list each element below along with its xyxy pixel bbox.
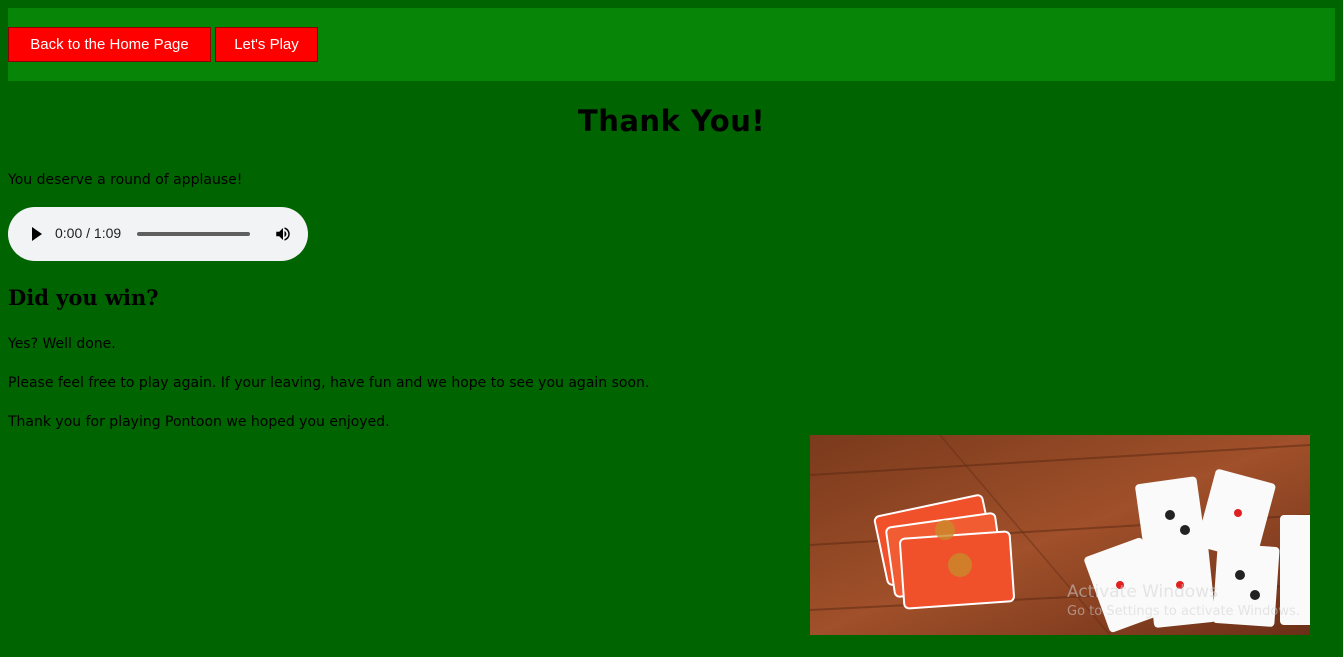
audio-time: 0:00 / 1:09 [55, 225, 122, 241]
play-icon[interactable] [32, 227, 42, 241]
watermark-title: Activate Windows [1067, 582, 1218, 602]
play-again-text: Please feel free to play again. If your … [8, 375, 650, 391]
watermark-subtitle: Go to Settings to activate Windows. [1067, 604, 1300, 619]
well-done-text: Yes? Well done. [8, 336, 116, 352]
volume-icon[interactable] [274, 225, 292, 243]
page: Back to the Home Page Let's Play Thank Y… [0, 0, 1343, 657]
thanks-text: Thank you for playing Pontoon we hoped y… [8, 414, 390, 430]
audio-progress-track[interactable] [137, 232, 250, 236]
page-title: Thank You! [577, 104, 766, 138]
back-home-button[interactable]: Back to the Home Page [8, 27, 211, 62]
applause-text: You deserve a round of applause! [8, 172, 243, 188]
lets-play-button[interactable]: Let's Play [215, 27, 318, 62]
navbar: Back to the Home Page Let's Play [8, 8, 1335, 81]
activate-windows-watermark: Activate Windows Go to Settings to activ… [1067, 582, 1300, 619]
audio-player[interactable]: 0:00 / 1:09 [8, 207, 308, 261]
did-you-win-heading: Did you win? [8, 285, 159, 310]
